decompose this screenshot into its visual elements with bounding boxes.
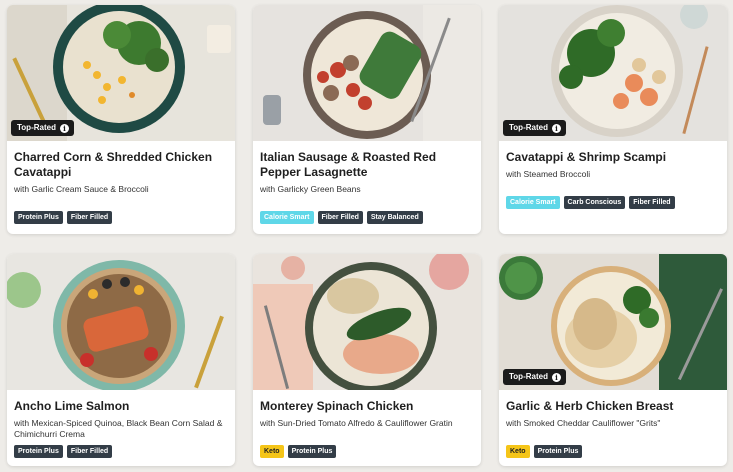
recipe-title[interactable]: Ancho Lime Salmon xyxy=(14,399,228,414)
recipe-card[interactable]: Italian Sausage & Roasted Red Pepper Las… xyxy=(253,5,481,234)
info-icon[interactable]: i xyxy=(551,372,561,382)
tag-fiber-filled: Fiber Filled xyxy=(629,196,675,209)
recipe-photo[interactable]: Top-Rated i xyxy=(7,5,235,141)
top-rated-badge[interactable]: Top-Rated i xyxy=(11,120,74,136)
recipe-subtitle: with Garlicky Green Beans xyxy=(260,184,361,194)
recipe-subtitle: with Smoked Cheddar Cauliflower "Grits" xyxy=(506,418,661,428)
recipe-card[interactable]: Top-Rated i Garlic & Herb Chicken Breast… xyxy=(499,254,727,466)
recipe-info: Italian Sausage & Roasted Red Pepper Las… xyxy=(260,150,474,195)
recipe-tags: Protein Plus Fiber Filled xyxy=(14,211,113,224)
tag-protein-plus: Protein Plus xyxy=(14,211,63,224)
tag-protein-plus: Protein Plus xyxy=(287,445,337,458)
recipe-subtitle: with Mexican-Spiced Quinoa, Black Bean C… xyxy=(14,418,223,439)
recipe-card[interactable]: Monterey Spinach Chicken with Sun-Dried … xyxy=(253,254,481,466)
tag-keto: Keto xyxy=(506,445,530,458)
recipe-subtitle: with Sun-Dried Tomato Alfredo & Cauliflo… xyxy=(260,418,453,428)
recipe-tags: Keto Protein Plus xyxy=(506,445,583,458)
tag-fiber-filled: Fiber Filled xyxy=(317,211,363,224)
recipe-card[interactable]: Ancho Lime Salmon with Mexican-Spiced Qu… xyxy=(7,254,235,466)
recipe-info: Garlic & Herb Chicken Breast with Smoked… xyxy=(506,399,720,429)
recipe-tags: Protein Plus Fiber Filled xyxy=(14,445,113,458)
recipe-info: Cavatappi & Shrimp Scampi with Steamed B… xyxy=(506,150,720,180)
recipe-info: Charred Corn & Shredded Chicken Cavatapp… xyxy=(14,150,228,195)
top-rated-label: Top-Rated xyxy=(509,123,548,132)
top-rated-badge[interactable]: Top-Rated i xyxy=(503,369,566,385)
recipe-photo[interactable]: Top-Rated i xyxy=(499,254,727,390)
info-icon[interactable]: i xyxy=(59,123,69,133)
recipe-title[interactable]: Garlic & Herb Chicken Breast xyxy=(506,399,720,414)
tag-calorie-smart: Calorie Smart xyxy=(506,196,560,209)
tag-fiber-filled: Fiber Filled xyxy=(66,211,113,224)
top-rated-label: Top-Rated xyxy=(509,372,548,381)
recipe-photo[interactable] xyxy=(7,254,235,390)
recipe-info: Ancho Lime Salmon with Mexican-Spiced Qu… xyxy=(14,399,228,440)
recipe-tags: Calorie Smart Carb Conscious Fiber Fille… xyxy=(506,196,675,209)
recipe-tags: Calorie Smart Fiber Filled Stay Balanced xyxy=(260,211,423,224)
tag-protein-plus: Protein Plus xyxy=(14,445,63,458)
info-icon[interactable]: i xyxy=(551,123,561,133)
recipe-photo[interactable] xyxy=(253,5,481,141)
tag-carb-conscious: Carb Conscious xyxy=(563,196,626,209)
tag-protein-plus: Protein Plus xyxy=(533,445,583,458)
tag-fiber-filled: Fiber Filled xyxy=(66,445,113,458)
tag-keto: Keto xyxy=(260,445,284,458)
top-rated-label: Top-Rated xyxy=(17,123,56,132)
recipe-title[interactable]: Charred Corn & Shredded Chicken Cavatapp… xyxy=(14,150,228,180)
recipe-tags: Keto Protein Plus xyxy=(260,445,337,458)
recipe-card[interactable]: Top-Rated i Cavatappi & Shrimp Scampi wi… xyxy=(499,5,727,234)
recipe-photo[interactable]: Top-Rated i xyxy=(499,5,727,141)
recipe-grid: Top-Rated i Charred Corn & Shredded Chic… xyxy=(0,0,733,472)
recipe-title[interactable]: Cavatappi & Shrimp Scampi xyxy=(506,150,720,165)
recipe-title[interactable]: Italian Sausage & Roasted Red Pepper Las… xyxy=(260,150,474,180)
tag-calorie-smart: Calorie Smart xyxy=(260,211,314,224)
recipe-info: Monterey Spinach Chicken with Sun-Dried … xyxy=(260,399,474,429)
top-rated-badge[interactable]: Top-Rated i xyxy=(503,120,566,136)
tag-stay-balanced: Stay Balanced xyxy=(366,211,423,224)
recipe-subtitle: with Steamed Broccoli xyxy=(506,169,591,179)
recipe-subtitle: with Garlic Cream Sauce & Broccoli xyxy=(14,184,149,194)
recipe-photo[interactable] xyxy=(253,254,481,390)
recipe-title[interactable]: Monterey Spinach Chicken xyxy=(260,399,474,414)
recipe-card[interactable]: Top-Rated i Charred Corn & Shredded Chic… xyxy=(7,5,235,234)
